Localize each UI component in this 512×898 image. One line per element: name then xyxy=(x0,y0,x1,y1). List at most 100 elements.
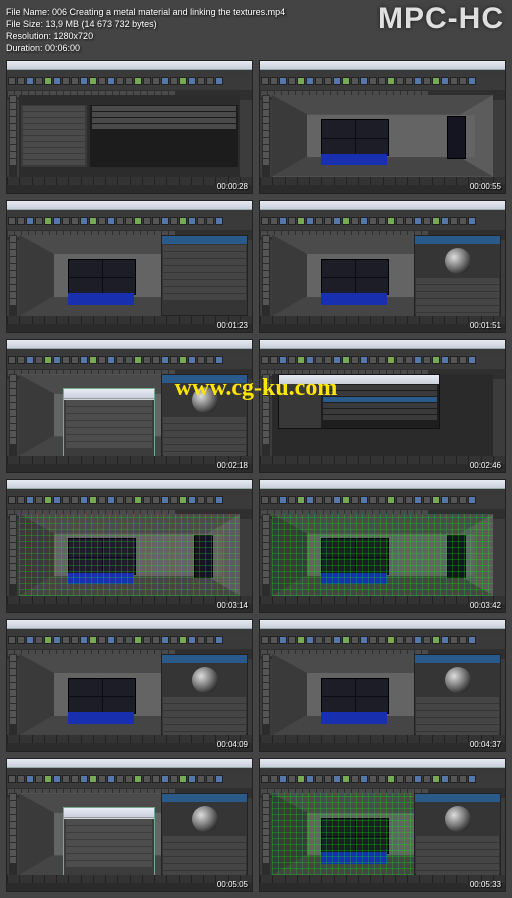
toolbox-button[interactable] xyxy=(263,704,269,710)
toolbox-button[interactable] xyxy=(263,145,269,151)
toolbar-button[interactable] xyxy=(188,77,196,85)
toolbar-button[interactable] xyxy=(197,356,205,364)
toolbar-button[interactable] xyxy=(35,775,43,783)
toolbar-button[interactable] xyxy=(450,496,458,504)
toolbar-button[interactable] xyxy=(396,636,404,644)
toolbar-button[interactable] xyxy=(188,217,196,225)
toolbar-button[interactable] xyxy=(35,496,43,504)
toolbar-button[interactable] xyxy=(134,775,142,783)
toolbar-button[interactable] xyxy=(360,356,368,364)
timeline[interactable] xyxy=(260,596,505,604)
toolbox-button[interactable] xyxy=(10,683,16,689)
toolbar-button[interactable] xyxy=(333,496,341,504)
toolbar-button[interactable] xyxy=(405,775,413,783)
toolbar-button[interactable] xyxy=(80,775,88,783)
toolbar-button[interactable] xyxy=(297,356,305,364)
toolbar-button[interactable] xyxy=(315,636,323,644)
toolbox-button[interactable] xyxy=(263,515,269,521)
toolbox-button[interactable] xyxy=(263,578,269,584)
toolbox-button[interactable] xyxy=(263,278,269,284)
toolbox-button[interactable] xyxy=(263,103,269,109)
toolbox-button[interactable] xyxy=(10,271,16,277)
toolbar-button[interactable] xyxy=(152,77,160,85)
toolbar-button[interactable] xyxy=(62,775,70,783)
toolbar-button[interactable] xyxy=(44,217,52,225)
toolbox-button[interactable] xyxy=(10,285,16,291)
thumbnail[interactable]: 00:03:14 xyxy=(6,479,253,613)
toolbar-button[interactable] xyxy=(261,77,269,85)
toolbar-button[interactable] xyxy=(270,496,278,504)
toolbar-button[interactable] xyxy=(288,217,296,225)
toolbar-button[interactable] xyxy=(8,775,16,783)
toolbar-button[interactable] xyxy=(26,356,34,364)
attribute-editor[interactable] xyxy=(414,793,501,875)
toolbar-button[interactable] xyxy=(441,775,449,783)
toolbar[interactable] xyxy=(7,774,252,788)
toolbar-button[interactable] xyxy=(206,636,214,644)
toolbar-button[interactable] xyxy=(98,77,106,85)
toolbar-button[interactable] xyxy=(44,77,52,85)
toolbar-button[interactable] xyxy=(369,775,377,783)
toolbar-button[interactable] xyxy=(297,496,305,504)
toolbar-button[interactable] xyxy=(288,496,296,504)
toolbox-button[interactable] xyxy=(10,110,16,116)
attribute-editor[interactable] xyxy=(161,793,248,875)
dialog-titlebar[interactable] xyxy=(64,389,154,399)
toolbar-button[interactable] xyxy=(17,356,25,364)
toolbar-button[interactable] xyxy=(170,775,178,783)
toolbar-button[interactable] xyxy=(261,217,269,225)
toolbox-button[interactable] xyxy=(10,697,16,703)
toolbar-button[interactable] xyxy=(315,77,323,85)
toolbar-button[interactable] xyxy=(468,356,476,364)
toolbar-button[interactable] xyxy=(17,496,25,504)
toolbar-button[interactable] xyxy=(8,636,16,644)
toolbox-strip[interactable] xyxy=(9,95,17,177)
attribute-editor[interactable] xyxy=(161,654,248,736)
toolbar[interactable] xyxy=(7,355,252,369)
toolbar-button[interactable] xyxy=(261,356,269,364)
toolbar-button[interactable] xyxy=(468,496,476,504)
timeline[interactable] xyxy=(7,596,252,604)
toolbox-button[interactable] xyxy=(10,676,16,682)
toolbar-button[interactable] xyxy=(161,217,169,225)
toolbar-button[interactable] xyxy=(261,636,269,644)
toolbar-button[interactable] xyxy=(26,775,34,783)
toolbar-button[interactable] xyxy=(351,496,359,504)
toolbox-button[interactable] xyxy=(263,676,269,682)
toolbar-button[interactable] xyxy=(315,356,323,364)
toolbar-button[interactable] xyxy=(396,77,404,85)
toolbar-button[interactable] xyxy=(71,217,79,225)
toolbox-button[interactable] xyxy=(10,138,16,144)
toolbar-button[interactable] xyxy=(161,636,169,644)
toolbox-strip[interactable] xyxy=(262,235,270,317)
toolbar-button[interactable] xyxy=(98,217,106,225)
toolbox-button[interactable] xyxy=(263,711,269,717)
toolbar-button[interactable] xyxy=(98,775,106,783)
toolbox-button[interactable] xyxy=(263,138,269,144)
toolbar-button[interactable] xyxy=(360,77,368,85)
toolbar-button[interactable] xyxy=(206,356,214,364)
toolbar-button[interactable] xyxy=(378,636,386,644)
toolbox-button[interactable] xyxy=(10,801,16,807)
attribute-editor[interactable] xyxy=(414,235,501,317)
toolbar-button[interactable] xyxy=(333,77,341,85)
toolbar-button[interactable] xyxy=(396,217,404,225)
toolbox-button[interactable] xyxy=(263,683,269,689)
toolbar-button[interactable] xyxy=(62,496,70,504)
toolbar-button[interactable] xyxy=(405,217,413,225)
toolbox-button[interactable] xyxy=(263,522,269,528)
toolbar-button[interactable] xyxy=(342,77,350,85)
toolbar-button[interactable] xyxy=(288,356,296,364)
thumbnail[interactable]: 00:01:51 xyxy=(259,200,506,334)
toolbar-button[interactable] xyxy=(324,217,332,225)
toolbar-button[interactable] xyxy=(215,775,223,783)
toolbar-button[interactable] xyxy=(432,77,440,85)
attribute-editor[interactable] xyxy=(161,374,248,456)
toolbox-button[interactable] xyxy=(10,236,16,242)
toolbar-button[interactable] xyxy=(270,356,278,364)
toolbar-button[interactable] xyxy=(423,217,431,225)
toolbox-button[interactable] xyxy=(263,243,269,249)
toolbar-button[interactable] xyxy=(107,77,115,85)
toolbar-button[interactable] xyxy=(206,775,214,783)
toolbar-button[interactable] xyxy=(297,636,305,644)
